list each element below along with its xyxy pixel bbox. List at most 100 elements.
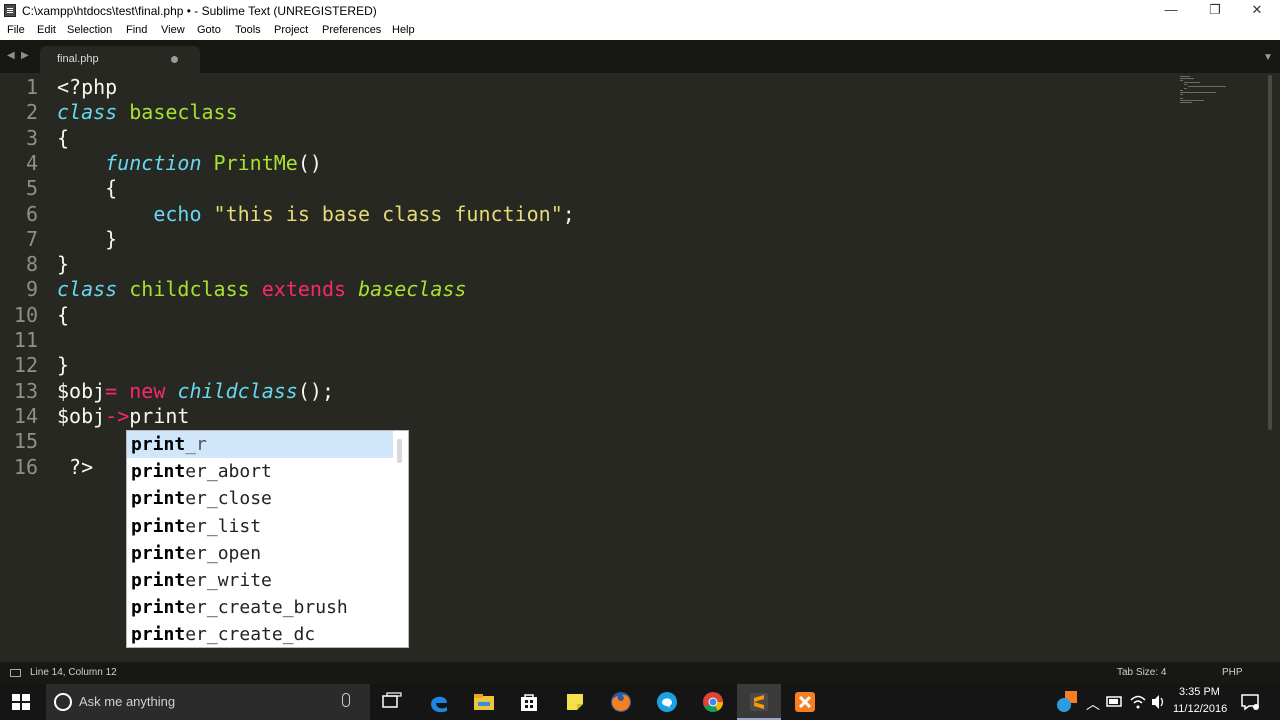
close-button[interactable]: ✕ xyxy=(1234,0,1280,22)
window-title: C:\xampp\htdocs\test\final.php • - Subli… xyxy=(22,4,377,18)
windows-taskbar: Ask me anything ︿ 3:35 PM 11/12/2016 xyxy=(0,684,1280,720)
cursor-position: Line 14, Column 12 xyxy=(30,667,117,678)
autocomplete-item[interactable]: printer_list xyxy=(127,513,393,540)
tab-nav-left-icon[interactable]: ◀ xyxy=(7,50,15,61)
tab-dropdown-icon[interactable]: ▼ xyxy=(1263,52,1273,63)
autocomplete-item[interactable]: printer_abort xyxy=(127,458,393,485)
store-icon[interactable] xyxy=(517,690,541,714)
menu-project[interactable]: Project xyxy=(274,24,308,36)
code-line[interactable]: } xyxy=(57,353,69,378)
menu-tools[interactable]: Tools xyxy=(235,24,261,36)
sublime-text-icon[interactable] xyxy=(747,690,771,714)
autocomplete-match: print xyxy=(131,597,186,619)
vertical-scrollbar[interactable] xyxy=(1268,75,1272,430)
clock-time[interactable]: 3:35 PM xyxy=(1179,686,1220,698)
autocomplete-item[interactable]: printer_open xyxy=(127,540,393,567)
code-line[interactable]: } xyxy=(57,252,69,277)
tab-size-selector[interactable]: Tab Size: 4 xyxy=(1117,667,1166,678)
autocomplete-completion: _r xyxy=(185,434,207,455)
line-number: 15 xyxy=(13,429,38,454)
line-number: 12 xyxy=(13,353,38,378)
code-line[interactable]: } xyxy=(57,227,117,252)
menu-edit[interactable]: Edit xyxy=(37,24,56,36)
tab-final-php[interactable]: final.php xyxy=(40,46,200,73)
autocomplete-item[interactable]: printer_close xyxy=(127,485,393,512)
restore-button[interactable]: ❐ xyxy=(1192,0,1238,22)
menu-file[interactable]: File xyxy=(7,24,25,36)
autocomplete-popup[interactable]: print_r printer_abort printer_close printer… xyxy=(126,430,409,648)
code-token: new xyxy=(129,378,166,403)
code-token: { xyxy=(57,176,118,201)
menu-find[interactable]: Find xyxy=(126,24,147,36)
code-token: = xyxy=(105,378,118,403)
code-token: { xyxy=(57,125,70,150)
code-token: (); xyxy=(297,378,334,403)
line-number: 7 xyxy=(25,226,38,251)
xampp-icon[interactable] xyxy=(793,690,817,714)
code-line[interactable]: $obj= new childclass(); xyxy=(57,379,334,404)
line-number: 13 xyxy=(13,378,38,403)
code-line[interactable]: { xyxy=(57,176,117,201)
menu-help[interactable]: Help xyxy=(392,24,415,36)
autocomplete-item[interactable]: printer_create_brush xyxy=(127,594,393,621)
sticky-notes-icon[interactable] xyxy=(563,690,587,714)
minimize-button[interactable]: — xyxy=(1148,0,1194,22)
chrome-icon[interactable] xyxy=(701,690,725,714)
task-view-icon[interactable] xyxy=(380,690,404,714)
sublime-app-icon xyxy=(4,4,16,17)
code-line[interactable]: { xyxy=(57,303,69,328)
line-number: 5 xyxy=(25,176,38,201)
line-number: 1 xyxy=(25,75,38,99)
status-bar: Line 14, Column 12 Tab Size: 4 PHP xyxy=(0,662,1280,684)
file-explorer-icon[interactable] xyxy=(472,690,496,714)
firefox-icon[interactable] xyxy=(609,690,633,714)
autocomplete-item[interactable]: print_r xyxy=(127,431,393,458)
code-token: $obj xyxy=(57,403,106,428)
panel-toggle-icon[interactable] xyxy=(10,669,21,677)
start-icon[interactable] xyxy=(12,694,30,710)
code-line[interactable]: $obj->print xyxy=(57,404,189,429)
volume-icon[interactable] xyxy=(1150,692,1174,716)
code-line[interactable]: function PrintMe() xyxy=(57,151,322,176)
syntax-selector[interactable]: PHP xyxy=(1222,667,1243,678)
menu-preferences[interactable]: Preferences xyxy=(322,24,381,36)
clock-date[interactable]: 11/12/2016 xyxy=(1173,703,1227,715)
code-line[interactable]: class childclass extends baseclass xyxy=(57,277,466,302)
autocomplete-item[interactable]: printer_write xyxy=(127,567,393,594)
battery-icon[interactable] xyxy=(1106,692,1130,716)
autocomplete-scrollbar[interactable] xyxy=(397,439,402,463)
line-number: 11 xyxy=(13,328,38,352)
chevron-up-icon[interactable]: ︿ xyxy=(1086,694,1100,714)
autocomplete-completion: er_create_brush xyxy=(185,597,348,619)
messaging-icon[interactable] xyxy=(655,690,679,714)
autocomplete-item[interactable]: printer_create_dc xyxy=(127,621,393,647)
code-line[interactable]: ?> xyxy=(57,455,93,480)
code-token: } xyxy=(57,252,70,277)
minimap[interactable] xyxy=(1178,75,1238,105)
xampp-tray-icon[interactable] xyxy=(1055,690,1079,714)
code-token: childclass xyxy=(129,277,250,302)
cortana-search-box[interactable]: Ask me anything xyxy=(46,684,370,720)
code-line[interactable]: { xyxy=(57,126,69,151)
menu-view[interactable]: View xyxy=(161,24,185,36)
autocomplete-match: print xyxy=(131,542,186,564)
code-line[interactable]: class baseclass xyxy=(57,100,238,125)
microphone-icon[interactable] xyxy=(342,693,350,707)
code-line[interactable]: <?php xyxy=(57,75,117,100)
unsaved-dot-icon[interactable] xyxy=(171,56,178,63)
edge-icon[interactable] xyxy=(427,690,451,714)
line-number: 4 xyxy=(25,150,38,175)
code-line[interactable]: echo "this is base class function"; xyxy=(57,202,574,227)
menu-selection[interactable]: Selection xyxy=(67,24,112,36)
autocomplete-match: print xyxy=(131,488,186,510)
notifications-icon[interactable] xyxy=(1240,692,1264,716)
menu-goto[interactable]: Goto xyxy=(197,24,221,36)
tab-nav-right-icon[interactable]: ▶ xyxy=(21,50,29,61)
line-number: 6 xyxy=(25,201,38,226)
menu-bar: File Edit Selection Find View Goto Tools… xyxy=(0,22,1280,40)
code-token: } xyxy=(57,226,118,251)
